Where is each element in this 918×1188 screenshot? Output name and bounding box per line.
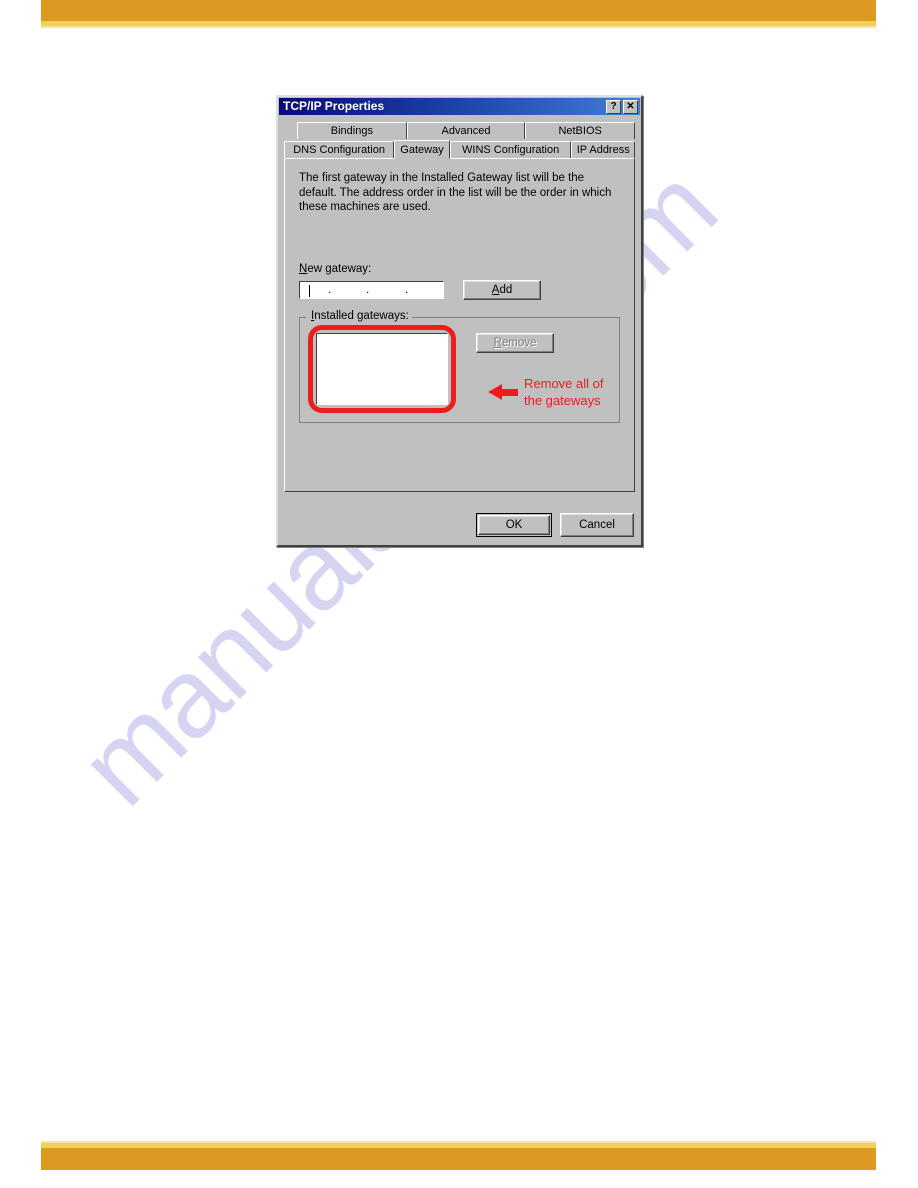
annotation-line-2: the gateways	[524, 392, 601, 408]
installed-gateways-listbox[interactable]	[316, 332, 448, 405]
arrow-left-icon	[488, 383, 518, 400]
tab-row-lower: DNS Configuration Gateway WINS Configura…	[284, 140, 636, 159]
help-icon[interactable]: ?	[606, 99, 621, 114]
tab-dns-configuration[interactable]: DNS Configuration	[284, 141, 395, 158]
ok-button[interactable]: OK	[478, 515, 550, 535]
new-gateway-row: . . . Add	[299, 279, 620, 300]
ip-dot-2: .	[366, 281, 370, 296]
bottom-bar-thick	[41, 1148, 876, 1170]
top-bar-thick	[41, 0, 876, 21]
ip-dot-3: .	[405, 281, 409, 296]
tab-row-upper: Bindings Advanced NetBIOS	[284, 122, 635, 139]
tab-advanced[interactable]: Advanced	[406, 122, 526, 139]
tab-netbios[interactable]: NetBIOS	[525, 122, 635, 139]
cancel-button[interactable]: Cancel	[560, 513, 634, 537]
installed-gateways-label-rest: nstalled gateways:	[314, 309, 409, 322]
add-button-label: dd	[499, 283, 513, 296]
add-button-accel: A	[491, 283, 500, 296]
tcpip-properties-dialog: TCP/IP Properties ? ✕ Bindings Advanced …	[276, 95, 643, 547]
installed-gateways-group: Installed gateways: Remove Remove all of…	[299, 309, 620, 423]
gateway-tab-panel: The first gateway in the Installed Gatew…	[284, 158, 635, 492]
titlebar-buttons: ? ✕	[606, 99, 640, 114]
page-top-decor-bar	[41, 0, 876, 28]
tab-wins-configuration[interactable]: WINS Configuration	[449, 141, 572, 158]
page-bottom-decor-bar	[41, 1141, 876, 1170]
dialog-titlebar[interactable]: TCP/IP Properties ? ✕	[279, 98, 640, 115]
ip-dot-1: .	[328, 281, 332, 296]
tab-strip: Bindings Advanced NetBIOS DNS Configurat…	[284, 122, 636, 159]
ip-separators: . . .	[300, 282, 443, 298]
close-icon[interactable]: ✕	[623, 99, 638, 114]
annotation-line-1: Remove all of	[524, 375, 604, 391]
new-gateway-ip-input[interactable]: . . .	[299, 280, 444, 299]
top-bar-hairline	[41, 26, 876, 28]
annotation-callout: Remove all of the gateways	[488, 375, 603, 409]
panel-description: The first gateway in the Installed Gatew…	[299, 172, 612, 213]
annotation-text: Remove all of the gateways	[524, 375, 603, 409]
new-gateway-label-rest: ew gateway:	[307, 262, 372, 275]
new-gateway-label: New gateway:	[299, 263, 620, 275]
add-button[interactable]: Add	[463, 279, 541, 300]
remove-button-accel: R	[493, 336, 502, 349]
dialog-title: TCP/IP Properties	[283, 99, 385, 113]
remove-button-label: emove	[501, 336, 537, 349]
installed-gateways-label: Installed gateways:	[308, 309, 412, 322]
tab-ip-address[interactable]: IP Address	[571, 141, 636, 158]
tab-bindings[interactable]: Bindings	[297, 122, 407, 139]
ok-button-focus-ring: OK	[476, 513, 552, 537]
tab-gateway[interactable]: Gateway	[394, 140, 450, 159]
remove-button[interactable]: Remove	[476, 332, 554, 353]
dialog-footer-buttons: OK Cancel	[278, 513, 641, 537]
